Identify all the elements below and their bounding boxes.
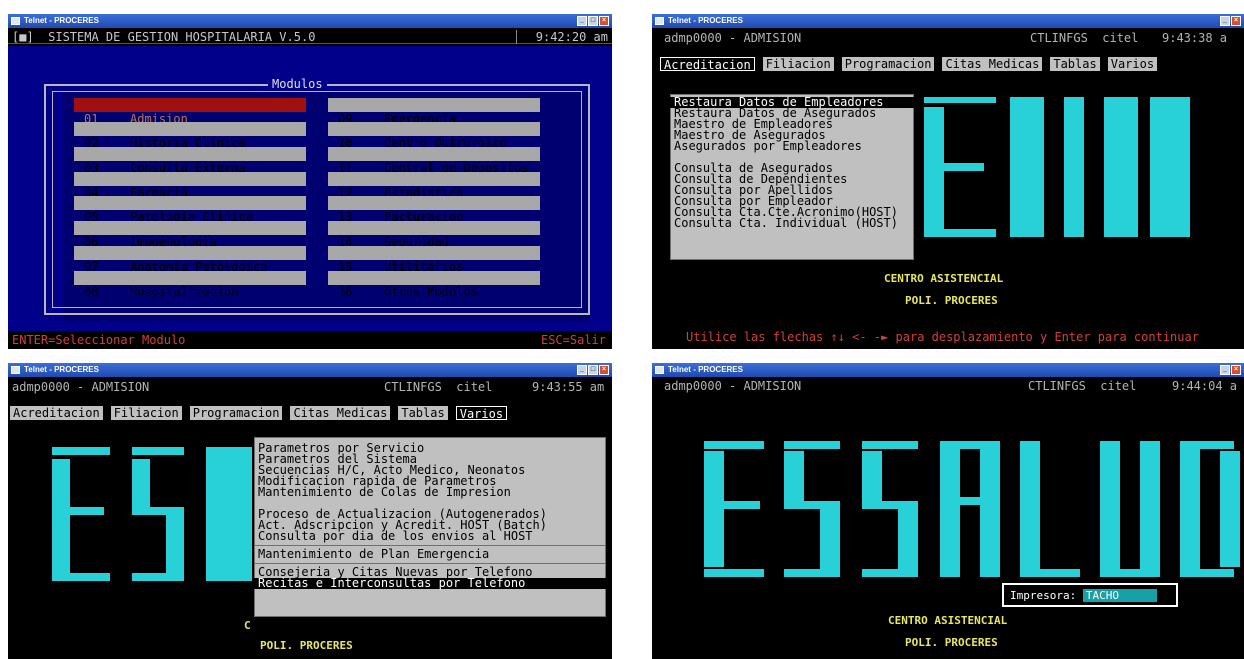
maximize-icon[interactable]: □ bbox=[588, 16, 598, 26]
telnet-icon bbox=[655, 366, 664, 374]
center-label-partial: C bbox=[244, 619, 251, 632]
window-title: Telnet - PROCERES bbox=[668, 365, 743, 374]
menu-acreditacion[interactable]: Acreditacion bbox=[660, 57, 755, 72]
menu-option[interactable]: Asegurados por Empleadores bbox=[670, 140, 914, 152]
minimize-icon[interactable]: _ bbox=[577, 16, 587, 26]
close-icon[interactable]: × bbox=[1231, 365, 1241, 375]
window-titlebar[interactable]: Telnet - PROCERES _ × bbox=[652, 14, 1244, 28]
menu-programacion[interactable]: Programacion bbox=[841, 57, 935, 71]
branch-label: POLI. PROCERES bbox=[905, 636, 998, 649]
user-label: admp0000 - ADMISION bbox=[664, 31, 802, 45]
printer-label: Impresora: bbox=[1010, 589, 1077, 602]
module-seguridad[interactable]: 14 Seguridad bbox=[328, 221, 540, 249]
menu-citas-medicas[interactable]: Citas Medicas bbox=[290, 406, 391, 420]
module-facturacion[interactable]: 13 Facturacion bbox=[328, 196, 540, 224]
menu-option[interactable]: Mantenimiento de Colas de Impresion bbox=[254, 486, 606, 498]
menu-tablas[interactable]: Tablas bbox=[1050, 57, 1100, 71]
menu-tablas[interactable]: Tablas bbox=[398, 406, 448, 420]
host-label: CTLINFGS citel bbox=[384, 380, 493, 394]
navigation-hint: Utilice las flechas ↑↓ <- -► para despla… bbox=[686, 330, 1199, 344]
host-label: CTLINFGS citel bbox=[1030, 31, 1139, 45]
close-icon[interactable]: × bbox=[599, 365, 609, 375]
window-titlebar[interactable]: Telnet - PROCERES _ □ × bbox=[8, 363, 612, 377]
module-farmacia[interactable]: 04 Farmacia bbox=[74, 172, 306, 200]
clock: 9:43:38 a bbox=[1162, 31, 1228, 45]
branch-label: POLI. PROCERES bbox=[260, 639, 353, 652]
menu-filiacion[interactable]: Filiacion bbox=[110, 406, 182, 420]
module-anatomia-patologica[interactable]: 07 Anatomia Patologica bbox=[74, 246, 306, 274]
centro-asistencial-label: CENTRO ASISTENCIAL bbox=[884, 272, 1004, 285]
printer-dialog: Impresora: TACHO bbox=[1002, 583, 1178, 607]
telnet-icon bbox=[11, 366, 20, 374]
minimize-icon[interactable]: _ bbox=[577, 365, 587, 375]
window-title: Telnet - PROCERES bbox=[24, 16, 99, 25]
module-centro-quirurgico[interactable]: 10 Centro Quirurgico bbox=[328, 122, 540, 150]
main-menu: Acreditacion Filiacion Programacion Cita… bbox=[10, 404, 612, 422]
menu-option[interactable]: Consulta por dia de los envios al HOST bbox=[254, 530, 606, 542]
menu-acreditacion[interactable]: Acreditacion bbox=[10, 406, 103, 420]
module-estadistica[interactable]: 12 Estadistica bbox=[328, 172, 540, 200]
close-icon[interactable]: × bbox=[1231, 16, 1241, 26]
telnet-icon bbox=[655, 17, 664, 25]
module-historia-clinica[interactable]: 02 Historia Clinica bbox=[74, 122, 306, 150]
system-title: [■] SISTEMA DE GESTION HOSPITALARIA V.5.… bbox=[12, 30, 316, 44]
telnet-icon bbox=[11, 17, 20, 25]
module-utilitarios[interactable]: 15 Utilitarios bbox=[328, 246, 540, 274]
clock: 9:42:20 am bbox=[535, 30, 608, 44]
window-title: Telnet - PROCERES bbox=[24, 365, 99, 374]
clock: 9:43:55 am bbox=[532, 380, 605, 394]
modules-title: Modulos bbox=[268, 77, 327, 91]
printer-input[interactable]: TACHO bbox=[1082, 589, 1157, 602]
menu-varios[interactable]: Varios bbox=[455, 406, 508, 421]
clock: 9:44:04 a bbox=[1172, 379, 1238, 393]
centro-asistencial-label: CENTRO ASISTENCIAL bbox=[888, 614, 1008, 627]
branch-label: POLI. PROCERES bbox=[905, 294, 998, 307]
module-patologia-clinica[interactable]: 05 Patologia Clinica bbox=[74, 196, 306, 224]
window-title: Telnet - PROCERES bbox=[668, 16, 743, 25]
menu-filiacion[interactable]: Filiacion bbox=[762, 57, 834, 71]
module-otros-modulos[interactable]: 16 Otros Modulos bbox=[328, 271, 540, 299]
menu-option[interactable]: Recitas e Interconsultas por Telefono bbox=[254, 577, 606, 589]
user-label: admp0000 - ADMISION bbox=[664, 379, 802, 393]
module-consulta-externa[interactable]: 03 Consulta Externa bbox=[74, 147, 306, 175]
maximize-icon[interactable]: □ bbox=[588, 365, 598, 375]
telnet-window-acreditacion: Telnet - PROCERES _ × admp0000 - ADMISION… bbox=[652, 14, 1244, 349]
menu-varios[interactable]: Varios bbox=[1107, 57, 1158, 71]
module-hospitalizacion[interactable]: 08 Hospitalizacion bbox=[74, 271, 306, 299]
telnet-window-varios: Telnet - PROCERES _ □ × admp0000 - ADMISIO… bbox=[8, 363, 612, 659]
close-icon[interactable]: × bbox=[599, 16, 609, 26]
telnet-window-printer: Telnet - PROCERES _ × admp0000 - ADMISION… bbox=[652, 363, 1244, 659]
footer-enter-hint: ENTER=Seleccionar Modulo bbox=[12, 333, 186, 347]
module-imagenologia[interactable]: 06 Imagenologia bbox=[74, 221, 306, 249]
module-emergencia[interactable]: 09 Emergencia bbox=[328, 98, 540, 126]
window-titlebar[interactable]: Telnet - PROCERES _ □ × bbox=[8, 14, 612, 28]
telnet-window-modules: Telnet - PROCERES _ □ × [■] SISTEMA DE G… bbox=[8, 14, 612, 349]
module-central-depositos[interactable]: 11 Central de Depositos bbox=[328, 147, 540, 175]
minimize-icon[interactable]: _ bbox=[1220, 16, 1230, 26]
varios-dropdown: Parametros por Servicio Parametros del S… bbox=[252, 435, 608, 619]
menu-programacion[interactable]: Programacion bbox=[189, 406, 283, 420]
menu-option[interactable]: Consulta Cta. Individual (HOST) bbox=[670, 217, 914, 229]
menu-citas-medicas[interactable]: Citas Medicas bbox=[942, 57, 1043, 71]
host-label: CTLINFGS citel bbox=[1028, 379, 1137, 393]
module-admision[interactable]: 01 Admision bbox=[74, 98, 306, 126]
minimize-icon[interactable]: _ bbox=[1220, 365, 1230, 375]
acreditacion-dropdown: Restaura Datos de Empleadores Restaura D… bbox=[668, 92, 916, 262]
window-titlebar[interactable]: Telnet - PROCERES _ × bbox=[652, 363, 1244, 377]
user-label: admp0000 - ADMISION bbox=[12, 380, 150, 394]
main-menu: Acreditacion Filiacion Programacion Cita… bbox=[660, 55, 1244, 73]
menu-option[interactable]: Mantenimiento de Plan Emergencia bbox=[254, 548, 606, 560]
footer-esc-hint: ESC=Salir bbox=[540, 333, 606, 347]
